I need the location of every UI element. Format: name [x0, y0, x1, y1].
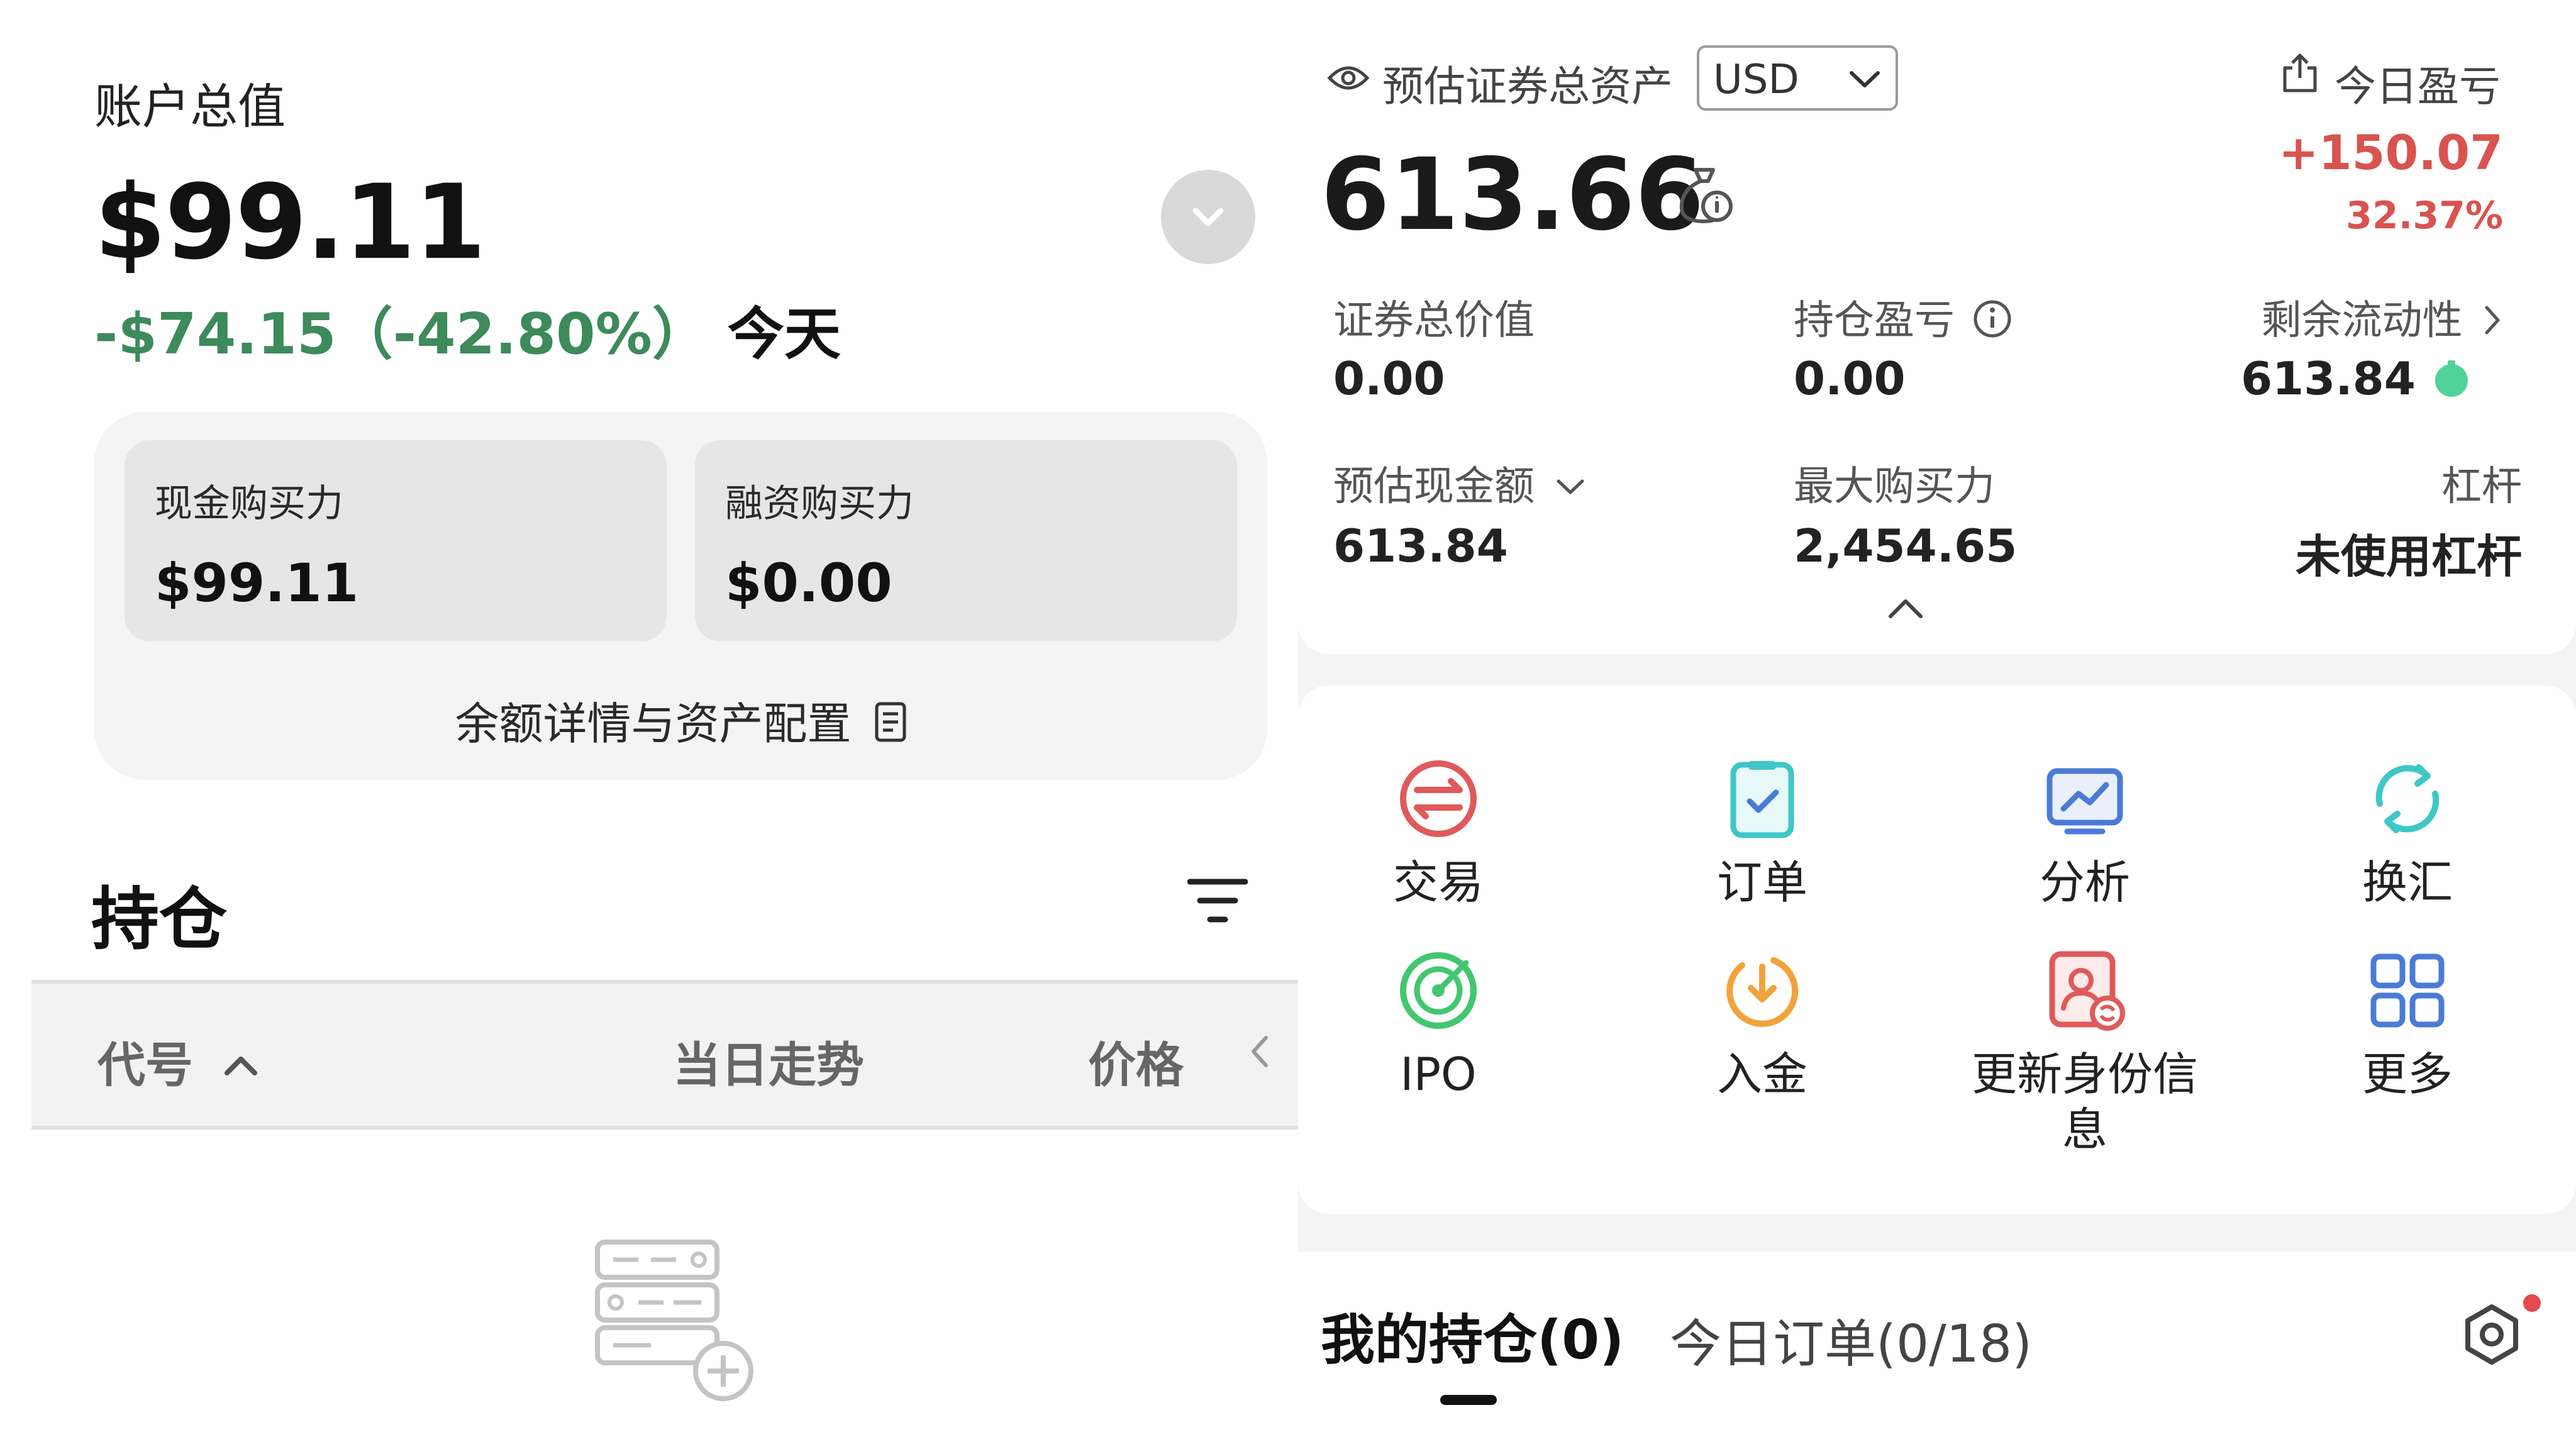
- liquidity-status-icon: [2435, 360, 2468, 397]
- max-buying-power-label: 最大购买力: [1794, 464, 1995, 510]
- today-pnl-value: +150.07: [2279, 125, 2503, 180]
- chevron-right-icon: [2485, 306, 2500, 335]
- settings-icon[interactable]: [2459, 1302, 2524, 1370]
- max-buying-power: 2,454.65: [1794, 519, 2018, 572]
- tab-my-positions[interactable]: 我的持仓(0): [1321, 1296, 1624, 1374]
- ipo-icon: [1400, 952, 1477, 1029]
- collapse-metrics-icon[interactable]: [1887, 596, 1924, 624]
- action-analysis-label: 分析: [2039, 856, 2130, 909]
- remaining-liquidity: 613.84: [2031, 352, 2472, 405]
- leverage-label: 杠杆: [2441, 464, 2522, 510]
- cash-buying-power: 现金购买力 $99.11: [125, 440, 667, 641]
- column-daily-trend[interactable]: 当日走势: [673, 1026, 864, 1096]
- balance-detail-label: 余额详情与资产配置: [455, 698, 852, 750]
- action-deposit-label: 入金: [1716, 1048, 1807, 1101]
- currency-select[interactable]: USD: [1697, 45, 1898, 111]
- daily-change-period: 今天: [727, 301, 841, 367]
- position-pnl-label-text: 持仓盈亏: [1794, 297, 1955, 344]
- update-identity-icon: [2049, 951, 2125, 1031]
- action-ipo-label: IPO: [1400, 1048, 1477, 1101]
- action-update-identity-label: 更新身份信息: [1971, 1048, 2198, 1156]
- positions-table-header: 代号 当日走势 价格: [31, 980, 1298, 1130]
- today-pnl-label: 今日盈亏: [2334, 62, 2501, 111]
- tab-today-orders[interactable]: 今日订单(0/18): [1670, 1302, 2032, 1377]
- currency-value: USD: [1713, 57, 1799, 103]
- remaining-liquidity-label: 剩余流动性: [2261, 297, 2463, 344]
- active-tab-indicator: [1440, 1395, 1497, 1405]
- action-trade-label: 交易: [1392, 856, 1484, 909]
- money-bag-icon[interactable]: [1673, 165, 1736, 228]
- today-pnl-percent: 32.37%: [2346, 194, 2503, 238]
- filter-icon[interactable]: [1187, 875, 1248, 928]
- action-deposit[interactable]: 入金: [1630, 943, 1894, 1102]
- positions-title: 持仓: [91, 880, 228, 959]
- est-cash-label[interactable]: 预估现金额: [1333, 454, 1586, 512]
- cash-buying-power-label: 现金购买力: [155, 482, 343, 526]
- trade-icon: [1400, 760, 1477, 837]
- remaining-liquidity-link[interactable]: 剩余流动性: [2063, 288, 2503, 346]
- order-icon: [1730, 761, 1794, 838]
- chevron-down-icon: [1850, 71, 1880, 87]
- est-cash: 613.84: [1333, 519, 1508, 572]
- daily-change: -$74.15（-42.80%） 今天: [94, 288, 841, 370]
- collapse-button[interactable]: [1161, 170, 1255, 264]
- remaining-liquidity-value: 613.84: [2241, 352, 2416, 405]
- securities-value: 0.00: [1333, 352, 1445, 405]
- info-icon[interactable]: [1972, 299, 2012, 339]
- exchange-icon: [2375, 764, 2440, 833]
- column-price[interactable]: 价格: [1088, 1026, 1184, 1096]
- sort-ascending-icon: [225, 1057, 257, 1075]
- total-assets-value: 613.66: [1321, 137, 1704, 253]
- analysis-icon: [2046, 768, 2123, 835]
- action-more-label: 更多: [2362, 1048, 2453, 1101]
- margin-buying-power: 融资购买力 $0.00: [695, 440, 1237, 641]
- position-pnl: 0.00: [1794, 352, 1906, 405]
- action-update-identity[interactable]: 更新身份信息: [1953, 943, 2217, 1157]
- action-trade[interactable]: 交易: [1306, 752, 1570, 910]
- account-total-label: 账户总值: [94, 79, 286, 135]
- cash-buying-power-value: $99.11: [155, 552, 359, 614]
- est-cash-label-text: 预估现金额: [1333, 464, 1535, 510]
- action-exchange[interactable]: 换汇: [2275, 752, 2540, 910]
- action-analysis[interactable]: 分析: [1953, 752, 2217, 910]
- margin-buying-power-value: $0.00: [725, 552, 892, 614]
- eye-icon[interactable]: [1327, 63, 1370, 96]
- account-total-value: $99.11: [94, 162, 486, 282]
- action-exchange-label: 换汇: [2362, 856, 2453, 909]
- margin-buying-power-label: 融资购买力: [725, 482, 914, 526]
- action-ipo[interactable]: IPO: [1306, 943, 1570, 1102]
- leverage-value: 未使用杠杆: [2295, 530, 2522, 583]
- action-order[interactable]: 订单: [1630, 752, 1894, 910]
- more-icon: [2370, 953, 2445, 1028]
- scroll-left-icon[interactable]: [1248, 1034, 1271, 1072]
- column-code[interactable]: 代号: [97, 1026, 258, 1096]
- chevron-down-icon: [1192, 208, 1224, 226]
- share-icon[interactable]: [2280, 52, 2320, 97]
- position-pnl-label: 持仓盈亏: [1794, 288, 2012, 346]
- action-order-label: 订单: [1716, 856, 1807, 909]
- balance-detail-link[interactable]: 余额详情与资产配置: [94, 689, 1267, 753]
- chevron-down-icon: [1557, 479, 1584, 494]
- column-code-label: 代号: [97, 1037, 193, 1093]
- deposit-icon: [1726, 957, 1799, 1027]
- notification-dot: [2523, 1294, 2541, 1312]
- empty-positions-icon: [588, 1230, 764, 1408]
- action-more[interactable]: 更多: [2275, 943, 2540, 1102]
- document-icon: [874, 701, 907, 753]
- est-assets-label: 预估证券总资产: [1382, 62, 1673, 111]
- daily-change-amount: -$74.15（-42.80%）: [94, 301, 709, 367]
- securities-value-label: 证券总价值: [1333, 297, 1535, 344]
